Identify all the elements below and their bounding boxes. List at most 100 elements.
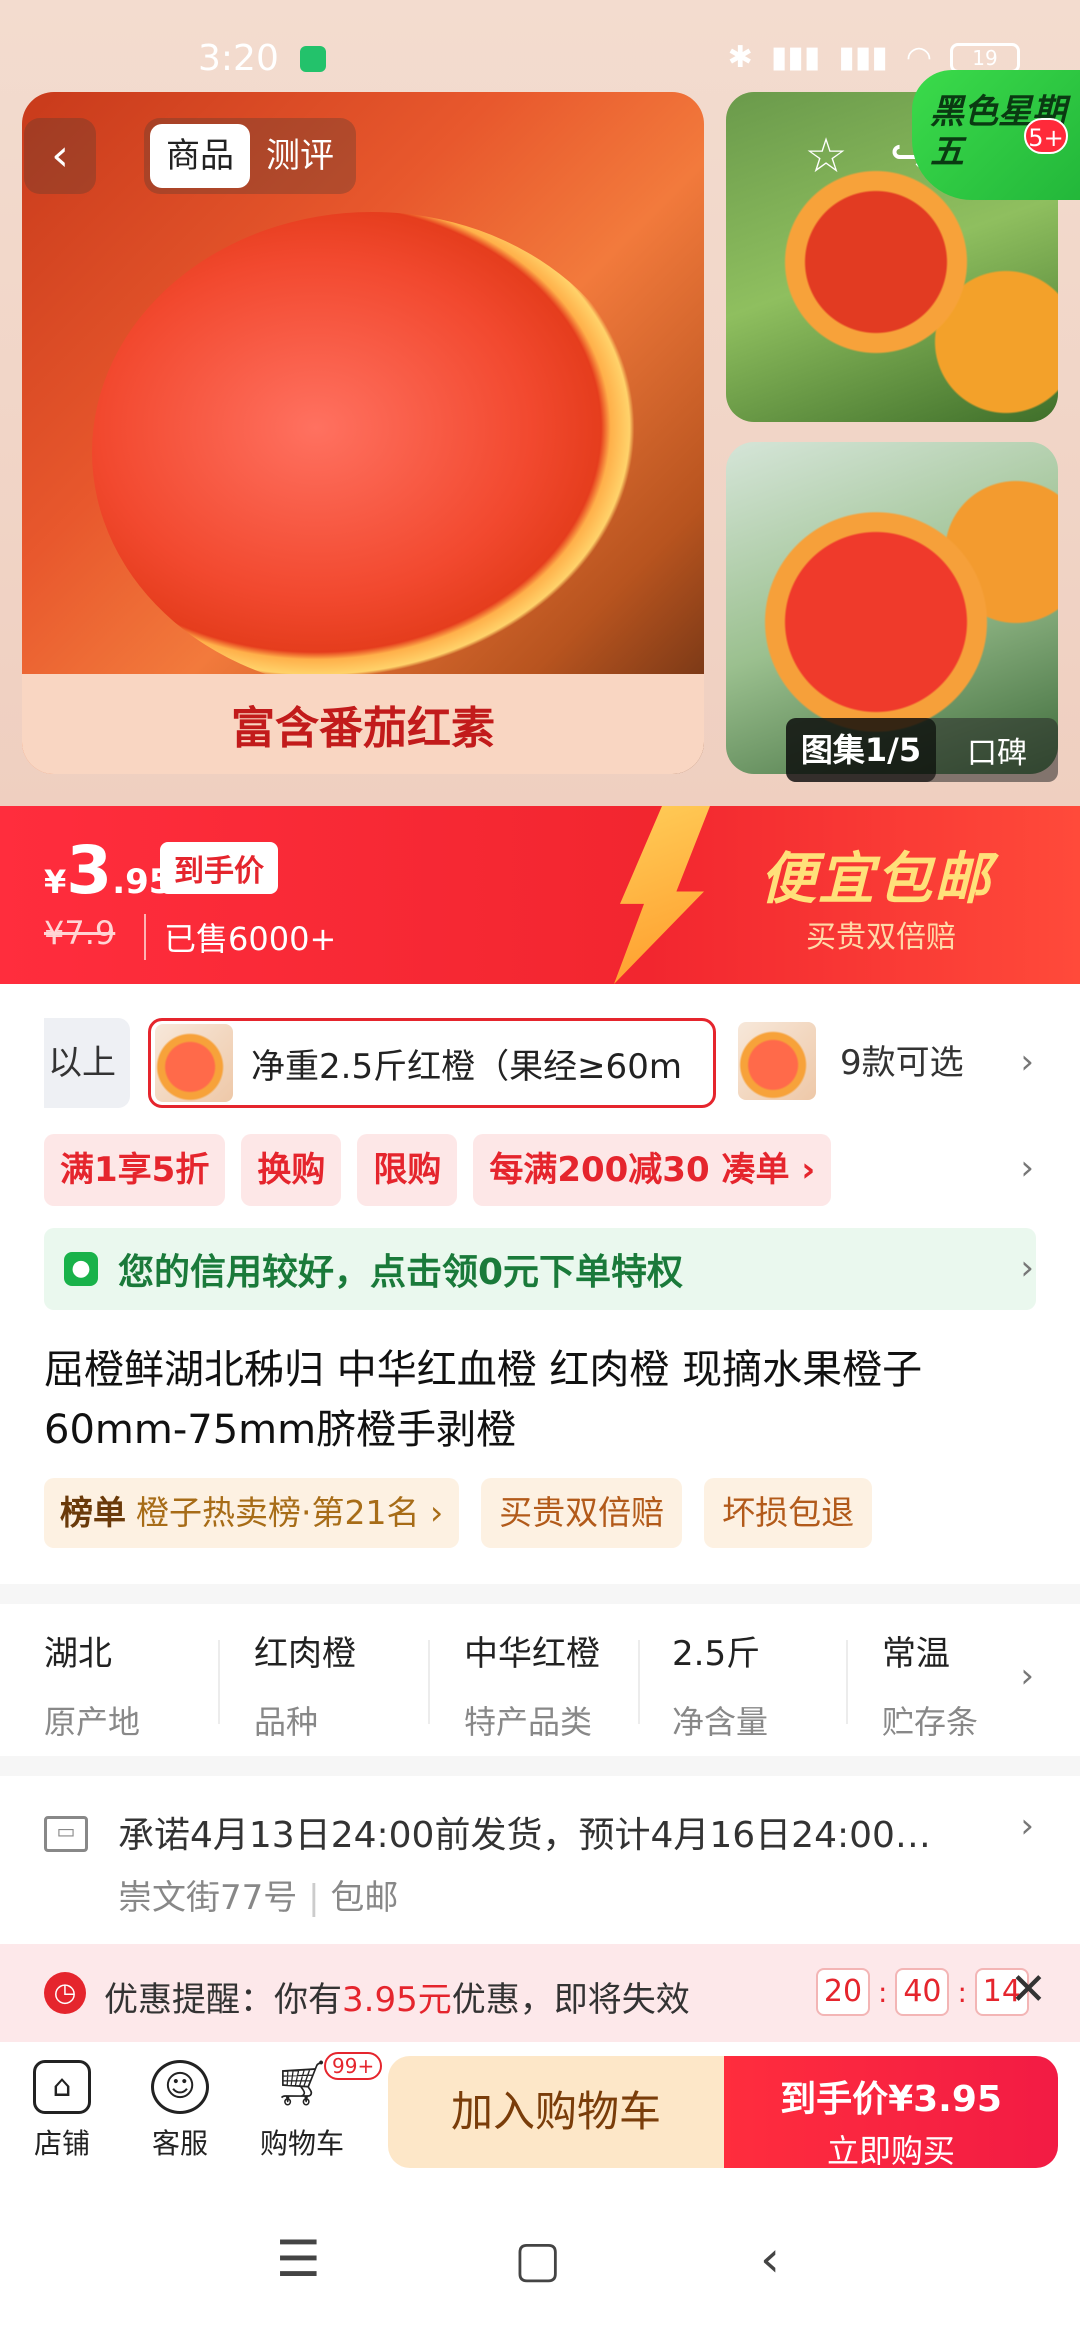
credit-text: 您的信用较好，点击领0元下单特权 [118, 1252, 684, 1293]
attribute-strip[interactable]: 湖北 原产地 红肉橙 品种 中华红橙 特产品类 2.5斤 净含量 常温 贮存条 … [0, 1604, 1080, 1756]
attr-value: 湖北 [44, 1634, 112, 1674]
sku-thumbnail-2[interactable] [738, 1022, 816, 1100]
chevron-right-icon[interactable]: › [1020, 1656, 1034, 1696]
buy-now-label: 立即购买 [826, 2132, 955, 2170]
smile-icon: ☺ [151, 2060, 209, 2114]
credit-chevron-icon[interactable]: › [1020, 1248, 1034, 1288]
timer-separator: : [957, 1975, 967, 2009]
chevron-right-icon[interactable]: › [1020, 1806, 1034, 1846]
coupon-limit[interactable]: 限购 [357, 1134, 458, 1206]
coupon-discount[interactable]: 满1享5折 [44, 1134, 226, 1206]
promo-badge-count: 5+ [1024, 118, 1068, 154]
sku-thumbnail [155, 1024, 233, 1102]
shop-label: 店铺 [33, 2127, 90, 2160]
attr-storage: 常温 贮存条 [882, 1626, 992, 1743]
delivery-promise: 承诺4月13日24:00前发货，预计4月16日24:00… [118, 1815, 931, 1856]
bluetooth-icon: ✱ [727, 40, 753, 75]
delivery-shipping: 包邮 [330, 1878, 399, 1918]
sku-previous[interactable]: 以上 [44, 1018, 130, 1108]
shop-button[interactable]: ⌂ 店铺 [12, 2060, 112, 2162]
delivery-card[interactable]: ▭ 承诺4月13日24:00前发货，预计4月16日24:00… 崇文街77号 |… [0, 1776, 1080, 1946]
price-tag: 到手价 [160, 842, 278, 894]
rank-prefix: 榜单 [60, 1493, 126, 1532]
attr-value: 红肉橙 [254, 1634, 356, 1674]
sku-selector: 以上 净重2.5斤红橙（果经≥60m 9款可选 › [0, 1018, 1080, 1108]
home-icon[interactable]: ▢ [514, 2230, 561, 2288]
buy-now-button[interactable]: 到手价¥3.95 立即购买 [724, 2056, 1058, 2170]
sku-selected[interactable]: 净重2.5斤红橙（果经≥60m [148, 1018, 716, 1108]
timer-minutes: 40 [895, 1968, 950, 2016]
album-bar[interactable]: 图集1/5 口碑 [786, 718, 1058, 782]
divider [638, 1640, 640, 1724]
tag-damage-refund: 坏损包退 [704, 1478, 873, 1548]
attr-net-weight: 2.5斤 净含量 [672, 1626, 862, 1743]
album-counter[interactable]: 图集1/5 [786, 718, 936, 782]
bottom-action-bar: ⌂ 店铺 ☺ 客服 🛒︎ 99+ 购物车 加入购物车 到手价¥3.95 立即购买 [0, 2042, 1080, 2182]
app-notification-icon [300, 46, 326, 72]
rank-tag[interactable]: 榜单 橙子热卖榜·第21名 › [44, 1478, 460, 1548]
coupon-chevron-icon[interactable]: › [1020, 1148, 1034, 1188]
sku-selected-label: 净重2.5斤红橙（果经≥60m [251, 1046, 682, 1087]
back-button[interactable]: ‹ [24, 118, 96, 194]
back-icon: ‹ [51, 130, 69, 181]
close-icon[interactable]: ✕ [1010, 1964, 1047, 2015]
product-title: 屈橙鲜湖北秭归 中华红血橙 红肉橙 现摘水果橙子60mm-75mm脐橙手剥橙 [44, 1347, 923, 1453]
banner-title: 便宜包邮 [760, 847, 992, 912]
reminder-amount: 3.95元 [342, 1980, 452, 2020]
battery-icon: 19 [950, 42, 1020, 73]
coupon-reminder[interactable]: ◷ 优惠提醒：你有3.95元优惠，即将失效 20 : 40 : 14 ✕ [0, 1944, 1080, 2042]
wifi-icon: ◠ [905, 40, 932, 75]
cart-label: 购物车 [259, 2127, 344, 2160]
product-tags: 榜单 橙子热卖榜·第21名 › 买贵双倍赔 坏损包退 [44, 1478, 873, 1548]
back-nav-icon[interactable]: ‹ [760, 2230, 780, 2288]
timer-separator: : [878, 1975, 888, 2009]
reviews-link[interactable]: 口碑 [936, 728, 1058, 772]
banner-subtitle: 买贵双倍赔 [806, 920, 956, 955]
sold-count: 已售6000+ [144, 914, 336, 960]
attr-key: 净含量 [672, 1703, 769, 1741]
tag-double-refund: 买贵双倍赔 [481, 1478, 683, 1548]
status-time: 3:20 [198, 38, 279, 79]
tab-product[interactable]: 商品 [150, 124, 250, 188]
menu-icon[interactable]: ☰ [276, 2230, 321, 2288]
signal-icon: ▮▮▮ [770, 40, 821, 75]
service-label: 客服 [151, 2127, 208, 2160]
attr-category: 中华红橙 特产品类 [464, 1626, 654, 1743]
sku-more-options[interactable]: 9款可选 [840, 1018, 964, 1108]
original-price: ¥7.9 [44, 914, 116, 952]
divider [218, 1640, 220, 1724]
coupon-exchange[interactable]: 换购 [241, 1134, 342, 1206]
credit-privilege-bar[interactable]: ● 您的信用较好，点击领0元下单特权 [44, 1228, 1036, 1310]
service-button[interactable]: ☺ 客服 [130, 2060, 230, 2162]
main-image-caption: 富含番茄红素 [231, 703, 495, 754]
attr-key: 原产地 [44, 1703, 141, 1741]
star-icon[interactable]: ☆ [796, 126, 856, 186]
tab-review[interactable]: 测评 [250, 124, 350, 188]
delivery-address: 崇文街77号 [118, 1878, 298, 1918]
lightning-icon [614, 806, 710, 984]
attr-key: 特产品类 [464, 1703, 593, 1741]
rank-text: 橙子热卖榜·第21名 › [136, 1493, 444, 1532]
coupon-row: 满1享5折 换购 限购 每满200减30 凑单 › [44, 1134, 832, 1206]
attr-value: 常温 [882, 1634, 950, 1674]
attr-key: 品种 [254, 1703, 319, 1741]
cart-button[interactable]: 🛒︎ 99+ 购物车 [252, 2052, 383, 2162]
chevron-right-icon[interactable]: › [1020, 1042, 1034, 1082]
shopping-bag-icon: ● [64, 1252, 98, 1286]
reminder-text: 优惠提醒：你有3.95元优惠，即将失效 [104, 1972, 690, 2021]
coupon-full-reduction[interactable]: 每满200减30 凑单 › [473, 1134, 832, 1206]
price-currency: ¥ [44, 863, 67, 901]
main-product-image[interactable]: 富含番茄红素 [22, 92, 704, 774]
attr-value: 中华红橙 [464, 1634, 600, 1674]
final-price: ¥ 3 .95 [44, 832, 172, 909]
add-to-cart-button[interactable]: 加入购物车 [388, 2056, 724, 2168]
status-bar: 3:20 ✱ ▮▮▮ ▮▮▮ ◠ 19 [0, 0, 1080, 90]
divider [428, 1640, 430, 1724]
price-banner: ¥ 3 .95 到手价 ¥7.9 已售6000+ 便宜包邮 买贵双倍赔 [0, 806, 1080, 984]
countdown-timer: 20 : 40 : 14 [816, 1968, 1029, 2016]
cart-badge: 99+ [324, 2052, 383, 2080]
system-navigation-bar: ☰ ▢ ‹ [0, 2182, 1080, 2340]
buy-now-price: 到手价¥3.95 [780, 2079, 1002, 2120]
attr-key: 贮存条 [882, 1703, 979, 1741]
orange-slice-image [92, 212, 652, 692]
